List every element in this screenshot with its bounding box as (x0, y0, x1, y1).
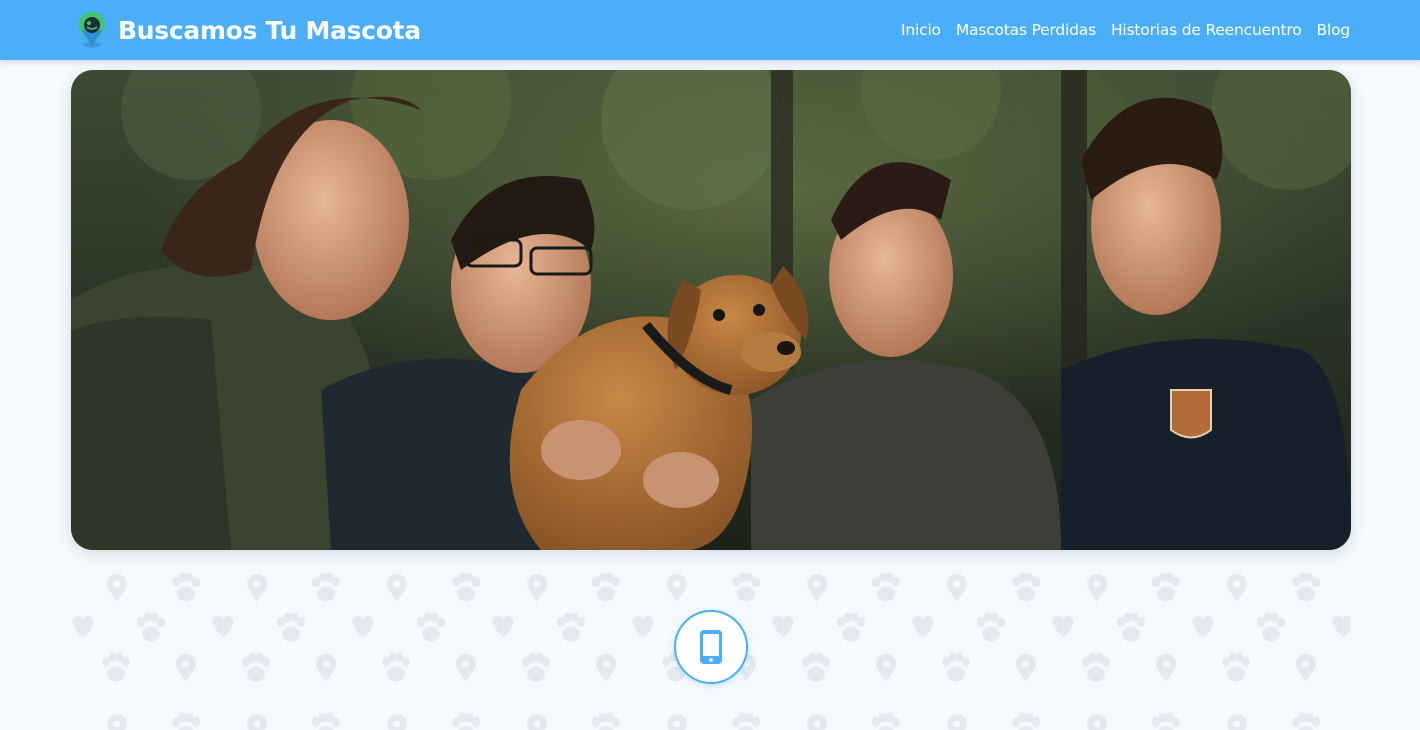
nav-link-blog[interactable]: Blog (1317, 21, 1351, 39)
nav-link-inicio[interactable]: Inicio (901, 21, 941, 39)
top-navbar: Buscamos Tu Mascota Inicio Mascotas Perd… (0, 0, 1420, 60)
brand-name: Buscamos Tu Mascota (118, 15, 421, 45)
hero-illustration (71, 70, 1351, 550)
hero-photo (71, 70, 1351, 550)
nav-link-historias-de-reencuentro[interactable]: Historias de Reencuentro (1111, 21, 1302, 39)
brand-link[interactable]: Buscamos Tu Mascota (76, 12, 421, 48)
nav-link-mascotas-perdidas[interactable]: Mascotas Perdidas (956, 21, 1096, 39)
main-nav: Inicio Mascotas Perdidas Historias de Re… (886, 0, 1350, 60)
feature-phone-badge (674, 610, 748, 684)
pet-location-pin-icon (79, 12, 105, 48)
smartphone-icon (700, 630, 722, 664)
